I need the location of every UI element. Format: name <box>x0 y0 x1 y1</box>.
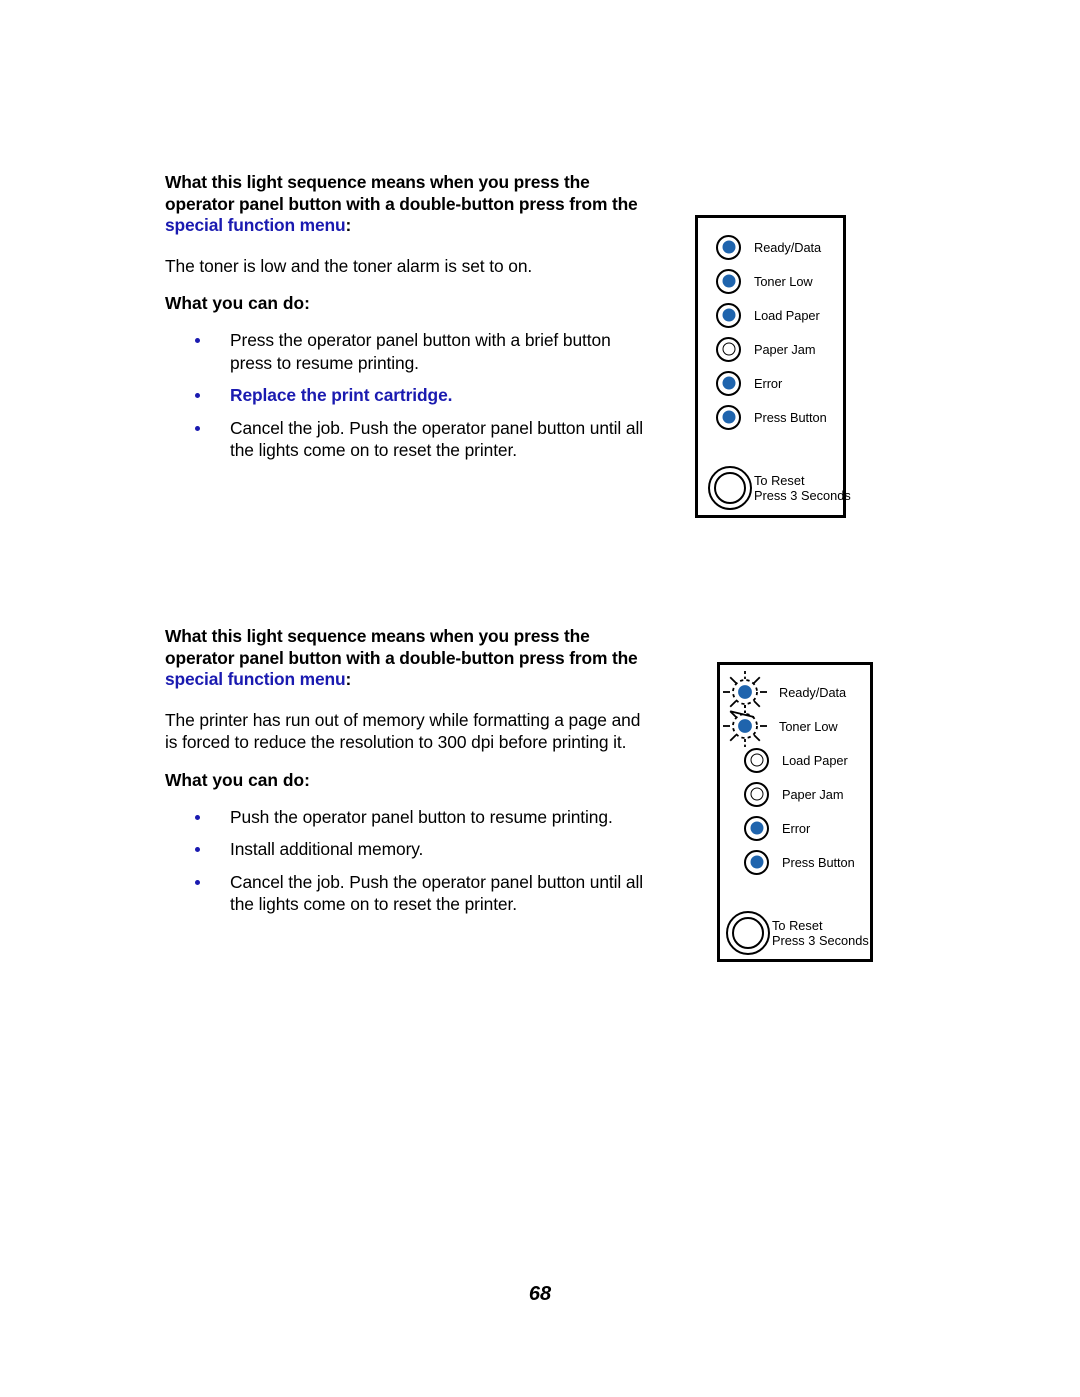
led-label: Error <box>782 820 811 836</box>
reset-button-group[interactable]: To Reset Press 3 Seconds <box>726 911 869 955</box>
what-you-can-do-heading: What you can do: <box>165 769 310 790</box>
load-paper-led-icon <box>716 302 741 328</box>
led-label: Toner Low <box>779 718 838 734</box>
reset-button-group[interactable]: To Reset Press 3 Seconds <box>708 466 851 510</box>
reset-button-icon[interactable] <box>726 911 770 955</box>
list-item: Push the operator panel button to resume… <box>165 806 645 829</box>
led-label: Ready/Data <box>754 239 822 255</box>
led-row-error: Error <box>744 811 882 845</box>
section-heading-prefix: What this light sequence means when you … <box>165 626 638 668</box>
led-list: Ready/Data Toner Low Load Paper Paper Ja… <box>722 671 882 879</box>
paper-jam-led-icon <box>744 781 769 807</box>
document-page: What this light sequence means when you … <box>0 0 1080 1397</box>
press-button-led-icon <box>744 849 769 875</box>
reset-line-2: Press 3 Seconds <box>772 933 869 948</box>
operator-panel-diagram-2: Ready/Data Toner Low Load Paper Paper Ja… <box>717 662 873 962</box>
led-label: Error <box>754 375 783 391</box>
led-row-press-button: Press Button <box>744 845 882 879</box>
list-item-link-replace-cartridge[interactable]: Replace the print cartridge. <box>165 384 645 407</box>
led-row-load-paper: Load Paper <box>744 743 882 777</box>
ready-data-blinking-led-icon <box>722 671 767 713</box>
section-heading-suffix: : <box>345 215 352 236</box>
list-item: Cancel the job. Push the operator panel … <box>165 871 645 916</box>
page-number: 68 <box>528 1283 552 1305</box>
section-heading-suffix: : <box>345 669 352 690</box>
led-row-toner-low: Toner Low <box>722 705 882 747</box>
list-item: Install additional memory. <box>165 838 645 861</box>
ready-data-led-icon <box>716 234 741 260</box>
error-led-icon <box>744 815 769 841</box>
led-label: Load Paper <box>782 752 848 768</box>
section-description: The printer has run out of memory while … <box>165 709 641 753</box>
led-label: Ready/Data <box>779 684 847 700</box>
special-function-menu-link[interactable]: special function menu <box>165 669 346 689</box>
action-list: Press the operator panel button with a b… <box>165 329 645 462</box>
list-item: Press the operator panel button with a b… <box>165 329 645 374</box>
led-label: Load Paper <box>754 307 820 323</box>
reset-line-1: To Reset <box>754 472 805 488</box>
section-description: The toner is low and the toner alarm is … <box>165 255 533 276</box>
led-label: Paper Jam <box>782 786 844 802</box>
reset-line-2: Press 3 Seconds <box>754 488 851 503</box>
press-button-led-icon <box>716 404 741 430</box>
led-label: Press Button <box>754 409 827 425</box>
led-row-load-paper: Load Paper <box>716 298 861 332</box>
led-row-error: Error <box>716 366 861 400</box>
reset-button-icon[interactable] <box>708 466 752 510</box>
light-sequence-section-2: What this light sequence means when you … <box>165 626 645 926</box>
toner-low-blinking-led-icon <box>722 705 767 747</box>
reset-instruction: To Reset Press 3 Seconds <box>754 473 851 504</box>
led-row-ready-data: Ready/Data <box>716 230 861 264</box>
section-heading-prefix: What this light sequence means when you … <box>165 172 638 214</box>
section-heading: What this light sequence means when you … <box>165 626 645 691</box>
operator-panel-diagram-1: Ready/Data Toner Low Load Paper Paper Ja… <box>695 215 851 518</box>
led-row-toner-low: Toner Low <box>716 264 861 298</box>
reset-instruction: To Reset Press 3 Seconds <box>772 918 869 949</box>
what-you-can-do-heading: What you can do: <box>165 293 310 314</box>
toner-low-led-icon <box>716 268 741 294</box>
led-label: Press Button <box>782 854 855 870</box>
load-paper-led-icon <box>744 747 769 773</box>
led-row-paper-jam: Paper Jam <box>716 332 861 366</box>
section-heading: What this light sequence means when you … <box>165 172 645 237</box>
led-label: Paper Jam <box>754 341 816 357</box>
special-function-menu-link[interactable]: special function menu <box>165 215 346 235</box>
light-sequence-section-1: What this light sequence means when you … <box>165 172 645 472</box>
led-list: Ready/Data Toner Low Load Paper Paper Ja… <box>716 230 861 434</box>
led-label: Toner Low <box>754 273 813 289</box>
led-row-press-button: Press Button <box>716 400 861 434</box>
paper-jam-led-icon <box>716 336 741 362</box>
error-led-icon <box>716 370 741 396</box>
led-row-paper-jam: Paper Jam <box>744 777 882 811</box>
action-list: Push the operator panel button to resume… <box>165 806 645 916</box>
list-item: Cancel the job. Push the operator panel … <box>165 417 645 462</box>
reset-line-1: To Reset <box>772 917 823 933</box>
